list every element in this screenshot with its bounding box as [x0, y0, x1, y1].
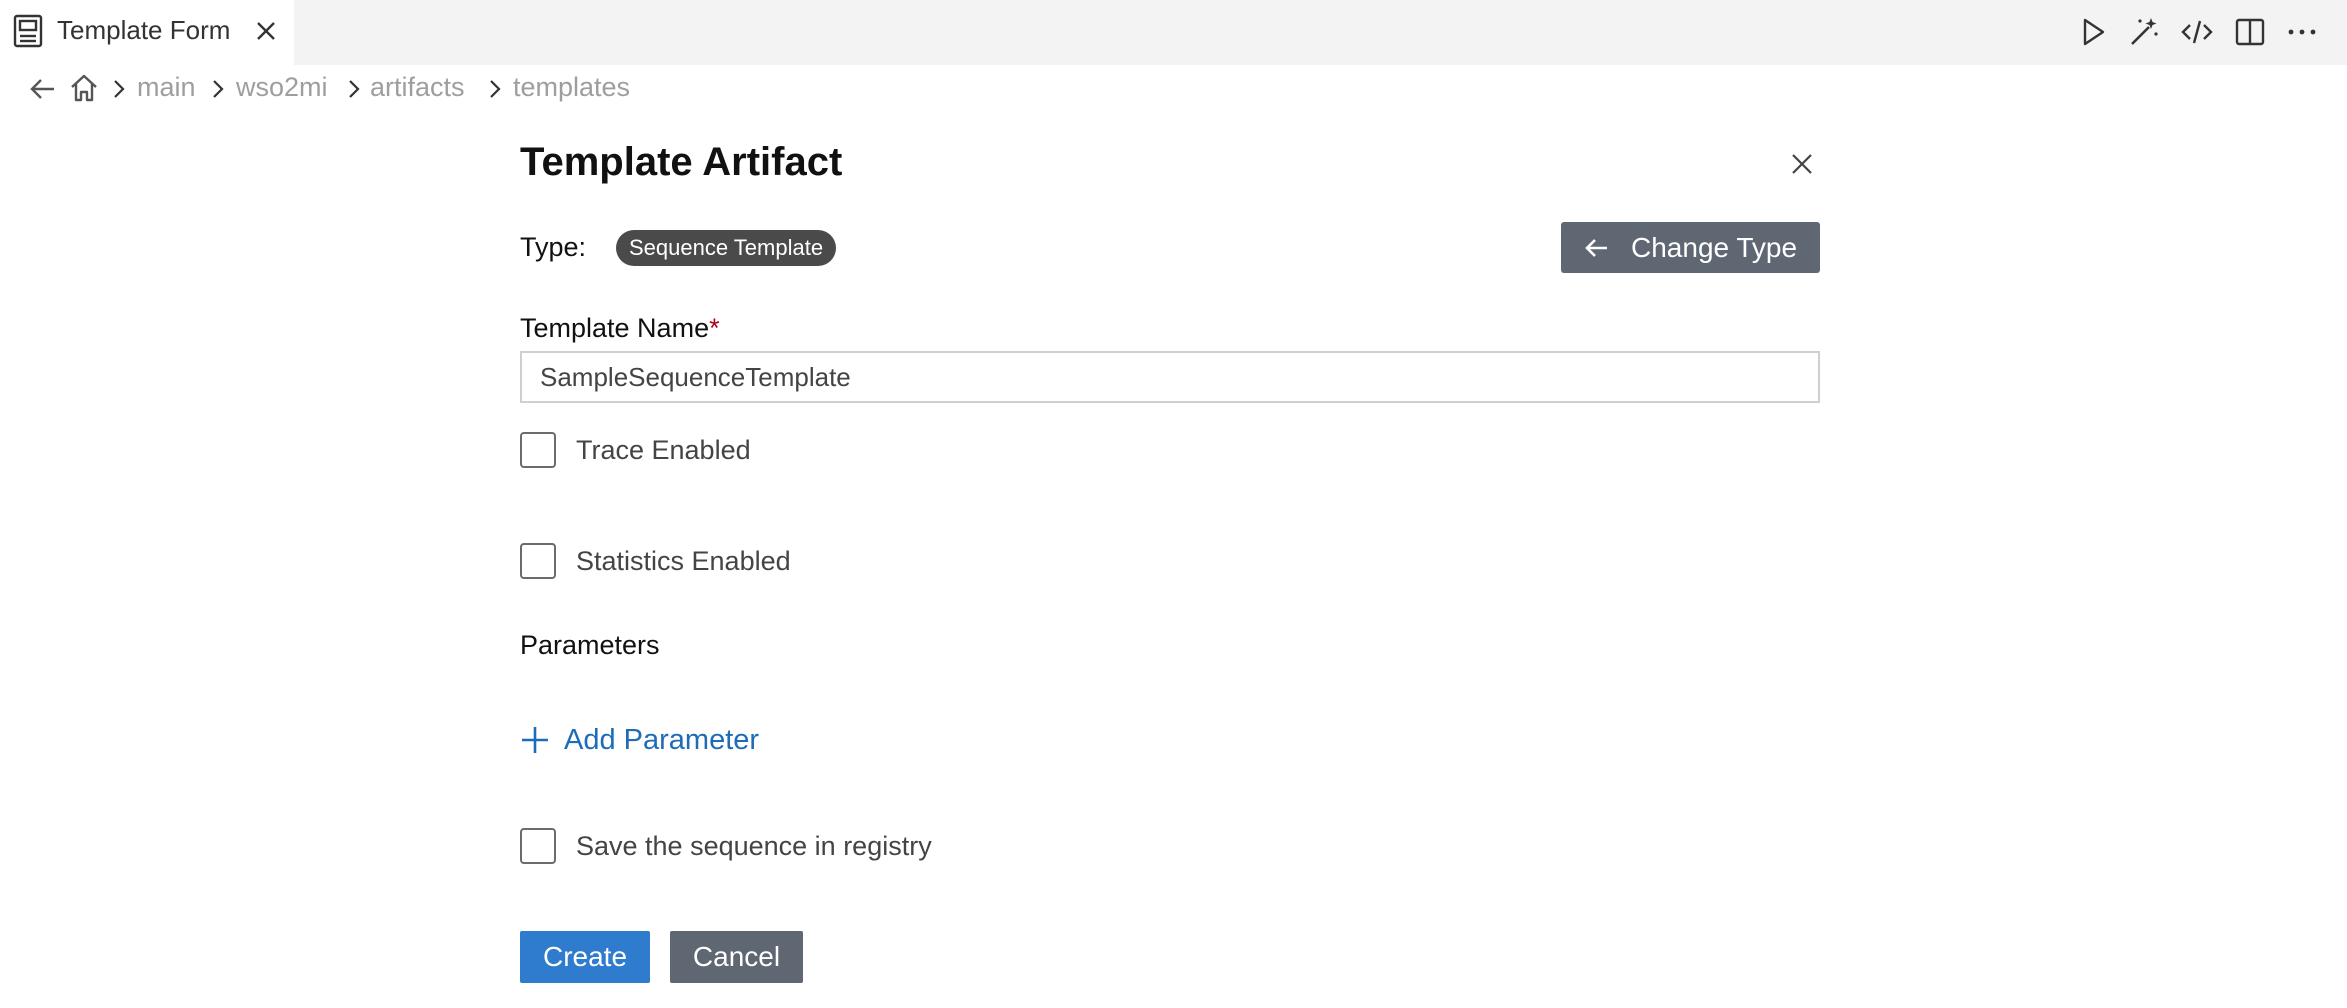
- tab-title: Template Form: [57, 15, 231, 45]
- breadcrumb-item-wso2mi[interactable]: wso2mi: [236, 72, 328, 103]
- plus-icon: [522, 727, 548, 753]
- save-in-registry-row[interactable]: Save the sequence in registry: [520, 828, 932, 864]
- breadcrumb-item-main[interactable]: main: [137, 72, 196, 103]
- statistics-enabled-checkbox[interactable]: [520, 543, 556, 579]
- statistics-enabled-row[interactable]: Statistics Enabled: [520, 543, 791, 579]
- change-type-label: Change Type: [1631, 231, 1798, 263]
- template-name-input[interactable]: [520, 351, 1820, 403]
- tab-template-form[interactable]: Template Form: [0, 0, 294, 65]
- required-mark: *: [709, 313, 720, 343]
- chevron-right-icon: [114, 80, 125, 98]
- add-parameter-button[interactable]: Add Parameter: [520, 722, 759, 758]
- wand-icon[interactable]: [2127, 15, 2161, 49]
- breadcrumb-item-templates[interactable]: templates: [513, 72, 630, 103]
- home-icon[interactable]: [68, 72, 100, 104]
- breadcrumb: main wso2mi artifacts templates: [0, 66, 2347, 111]
- back-arrow-icon[interactable]: [28, 74, 58, 104]
- type-badge: Sequence Template: [616, 230, 837, 266]
- save-in-registry-checkbox[interactable]: [520, 828, 556, 864]
- arrow-left-icon: [1585, 238, 1607, 257]
- more-icon[interactable]: [2285, 15, 2319, 49]
- template-name-label: Template Name*: [520, 313, 720, 344]
- create-button[interactable]: Create: [520, 931, 650, 983]
- page-title: Template Artifact: [520, 140, 843, 184]
- editor-tab-bar: Template Form: [0, 0, 2347, 65]
- run-icon[interactable]: [2076, 15, 2110, 49]
- split-editor-icon[interactable]: [2233, 15, 2267, 49]
- chevron-right-icon: [490, 80, 501, 98]
- cancel-button[interactable]: Cancel: [670, 931, 803, 983]
- breadcrumb-item-artifacts[interactable]: artifacts: [370, 72, 465, 103]
- chevron-right-icon: [213, 80, 224, 98]
- chevron-right-icon: [349, 80, 360, 98]
- change-type-button[interactable]: Change Type: [1561, 222, 1820, 273]
- parameters-heading: Parameters: [520, 630, 660, 660]
- close-icon[interactable]: [1786, 148, 1818, 180]
- code-icon[interactable]: [2180, 15, 2214, 49]
- close-icon[interactable]: [252, 17, 280, 45]
- save-in-registry-label: Save the sequence in registry: [576, 830, 932, 861]
- trace-enabled-checkbox[interactable]: [520, 432, 556, 468]
- trace-enabled-row[interactable]: Trace Enabled: [520, 432, 751, 468]
- preview-icon: [13, 14, 43, 48]
- statistics-enabled-label: Statistics Enabled: [576, 545, 791, 576]
- add-parameter-label: Add Parameter: [564, 723, 760, 756]
- template-name-label-text: Template Name: [520, 313, 710, 343]
- type-label: Type:: [520, 232, 587, 262]
- trace-enabled-label: Trace Enabled: [576, 434, 751, 465]
